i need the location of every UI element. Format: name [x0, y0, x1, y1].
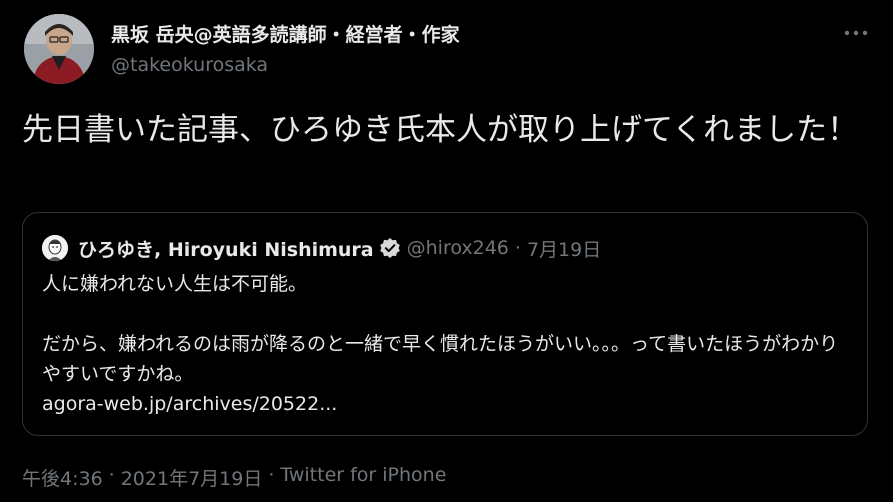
quoted-tweet-date[interactable]: 7月19日 [527, 235, 601, 262]
meta-separator-1: · [108, 464, 115, 486]
author-handle[interactable]: @takeokurosaka [111, 54, 268, 76]
meta-separator-2: · [268, 464, 275, 486]
quoted-tweet-line-2: だから、嫌われるのは雨が降るのと一緒で早く慣れたほうがいい。。。って書いたほうが… [42, 333, 839, 385]
quoted-tweet-header: ひろゆき, Hiroyuki Nishimura @hirox246 · 7月1… [78, 235, 601, 261]
tweet-date[interactable]: 2021年7月19日 [121, 464, 263, 491]
verified-badge-icon [379, 237, 401, 259]
more-horizontal-icon [844, 30, 868, 36]
author-avatar[interactable] [24, 14, 94, 84]
quoted-header-separator: · [514, 237, 521, 259]
author-display-name[interactable]: 黒坂 岳央@英語多読講師・経営者・作家 [111, 20, 460, 47]
tweet-text: 先日書いた記事、ひろゆき氏本人が取り上げてくれました！ [22, 112, 859, 148]
quoted-author-avatar[interactable] [42, 235, 68, 261]
quoted-author-handle[interactable]: @hirox246 [407, 237, 509, 259]
more-options-button[interactable] [838, 20, 874, 46]
quoted-tweet-card[interactable]: ひろゆき, Hiroyuki Nishimura @hirox246 · 7月1… [22, 212, 868, 436]
tweet: 黒坂 岳央@英語多読講師・経営者・作家 @takeokurosaka 先日書いた… [0, 0, 893, 502]
quoted-author-name[interactable]: ひろゆき, Hiroyuki Nishimura [78, 235, 374, 262]
quoted-tweet-line-1: 人に嫌われない人生は不可能。 [42, 273, 308, 295]
quoted-tweet-link[interactable]: agora-web.jp/archives/20522... [42, 389, 857, 419]
tweet-time[interactable]: 午後4:36 [22, 464, 103, 491]
tweet-source[interactable]: Twitter for iPhone [280, 464, 446, 491]
tweet-meta: 午後4:36 · 2021年7月19日 · Twitter for iPhone [22, 464, 446, 491]
quoted-tweet-body: 人に嫌われない人生は不可能。 だから、嫌われるのは雨が降るのと一緒で早く慣れたほ… [42, 269, 857, 419]
